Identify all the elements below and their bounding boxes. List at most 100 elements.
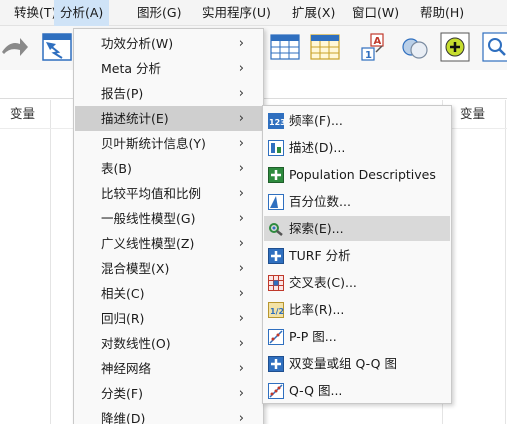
column-header-variable[interactable]: 变量 [460, 100, 485, 128]
submenu-item-turf-analysis[interactable]: TURF 分析 [264, 243, 450, 268]
submenu-item-label: 探索(E)... [289, 221, 344, 236]
ratio-icon: 1/2 [268, 301, 284, 318]
submenu-item-label: 比率(R)... [289, 302, 345, 317]
pp-plot-icon [268, 328, 284, 345]
menu-item-label: 相关(C) [101, 286, 145, 301]
submenu-item-label: Population Descriptives [289, 167, 436, 182]
submenu-item-label: 频率(F)... [289, 113, 343, 128]
goto-case-icon[interactable] [42, 32, 72, 62]
menu-help[interactable]: 帮助(H) [414, 0, 470, 26]
grid-line [50, 100, 51, 424]
menu-item-label: 描述统计(E) [101, 111, 169, 126]
submenu-item-crosstabs[interactable]: 交叉表(C)... [264, 270, 450, 295]
menu-graphs[interactable]: 图形(G) [131, 0, 187, 26]
percentiles-icon [268, 193, 284, 210]
add-icon[interactable] [440, 32, 470, 62]
menu-item-power-analysis[interactable]: 功效分析(W) › [75, 31, 262, 56]
menu-analyze[interactable]: 分析(A) [54, 0, 110, 26]
menu-item-label: 神经网络 [101, 361, 152, 376]
menu-item-regression[interactable]: 回归(R) › [75, 306, 262, 331]
menu-item-descriptive-statistics[interactable]: 描述统计(E) › [75, 106, 262, 131]
menu-item-meta-analysis[interactable]: Meta 分析 › [75, 56, 262, 81]
chevron-right-icon: › [238, 211, 244, 226]
grid-line [505, 100, 506, 424]
menu-item-reports[interactable]: 报告(P) › [75, 81, 262, 106]
submenu-item-label: TURF 分析 [289, 248, 351, 263]
redo-icon[interactable] [0, 32, 30, 62]
chevron-right-icon: › [238, 261, 244, 276]
turf-icon [268, 247, 284, 264]
menu-item-label: Meta 分析 [101, 61, 162, 76]
column-header-variable[interactable]: 变量 [10, 100, 35, 128]
value-labels-icon[interactable]: A 1 [360, 32, 390, 62]
menu-item-label: 分类(F) [101, 386, 143, 401]
chevron-right-icon: › [238, 286, 244, 301]
submenu-item-label: 百分位数... [289, 194, 351, 209]
chevron-right-icon: › [238, 111, 244, 126]
menu-item-classify[interactable]: 分类(F) › [75, 381, 262, 406]
menu-bar: 转换(T) 分析(A) 图形(G) 实用程序(U) 扩展(X) 窗口(W) 帮助… [0, 0, 507, 26]
chevron-right-icon: › [238, 411, 244, 424]
menu-item-label: 降维(D) [101, 411, 146, 424]
menu-item-bayesian-statistics[interactable]: 贝叶斯统计信息(Y) › [75, 131, 262, 156]
submenu-item-bivariate-qq-plot[interactable]: 双变量或组 Q-Q 图 [264, 351, 450, 376]
submenu-item-pp-plots[interactable]: P-P 图... [264, 324, 450, 349]
chevron-right-icon: › [238, 86, 244, 101]
chevron-right-icon: › [238, 136, 244, 151]
chevron-right-icon: › [238, 236, 244, 251]
submenu-item-ratio[interactable]: 1/2 比率(R)... [264, 297, 450, 322]
select-cases-grid-icon[interactable] [310, 32, 340, 62]
menu-extensions[interactable]: 扩展(X) [286, 0, 341, 26]
submenu-item-frequencies[interactable]: 123 频率(F)... [264, 108, 450, 133]
submenu-item-population-descriptives[interactable]: Population Descriptives [264, 162, 450, 187]
svg-text:123: 123 [269, 118, 284, 127]
menu-item-correlate[interactable]: 相关(C) › [75, 281, 262, 306]
chevron-right-icon: › [238, 336, 244, 351]
submenu-item-explore[interactable]: 探索(E)... [264, 216, 450, 241]
bivariate-qq-icon [268, 355, 284, 372]
menu-utilities[interactable]: 实用程序(U) [196, 0, 277, 26]
submenu-item-label: 描述(D)... [289, 140, 346, 155]
menu-item-label: 一般线性模型(G) [101, 211, 196, 226]
menu-item-label: 贝叶斯统计信息(Y) [101, 136, 206, 151]
menu-item-mixed-models[interactable]: 混合模型(X) › [75, 256, 262, 281]
menu-item-label: 表(B) [101, 161, 132, 176]
svg-text:A: A [374, 36, 382, 47]
submenu-item-label: 交叉表(C)... [289, 275, 357, 290]
menu-item-label: 比较平均值和比例 [101, 186, 202, 201]
search-icon[interactable] [482, 32, 507, 62]
chevron-right-icon: › [238, 61, 244, 76]
chevron-right-icon: › [238, 36, 244, 51]
menu-item-general-linear-model[interactable]: 一般线性模型(G) › [75, 206, 262, 231]
frequencies-icon: 123 [268, 112, 286, 129]
population-descriptives-icon [268, 166, 284, 183]
chevron-right-icon: › [238, 386, 244, 401]
menu-item-neural-networks[interactable]: 神经网络 › [75, 356, 262, 381]
menu-item-label: 混合模型(X) [101, 261, 170, 276]
submenu-item-percentiles[interactable]: 百分位数... [264, 189, 450, 214]
menu-item-compare-means[interactable]: 比较平均值和比例 › [75, 181, 262, 206]
submenu-item-label: Q-Q 图... [289, 383, 343, 398]
menu-item-dimension-reduction[interactable]: 降维(D) › [75, 406, 262, 424]
qq-plot-icon [268, 382, 284, 399]
menu-window[interactable]: 窗口(W) [346, 0, 405, 26]
submenu-item-qq-plots[interactable]: Q-Q 图... [264, 378, 450, 403]
submenu-item-descriptives[interactable]: 描述(D)... [264, 135, 450, 160]
descriptive-statistics-submenu: 123 频率(F)... 描述(D)... Population Descrip… [262, 105, 452, 404]
svg-text:1: 1 [365, 50, 372, 61]
menu-item-label: 回归(R) [101, 311, 145, 326]
use-sets-icon[interactable] [400, 32, 430, 62]
menu-item-label: 广义线性模型(Z) [101, 236, 195, 251]
menu-item-loglinear[interactable]: 对数线性(O) › [75, 331, 262, 356]
variables-grid-icon[interactable] [270, 32, 300, 62]
menu-item-label: 报告(P) [101, 86, 144, 101]
menu-item-generalized-linear-models[interactable]: 广义线性模型(Z) › [75, 231, 262, 256]
explore-icon [268, 220, 284, 236]
menu-item-label: 对数线性(O) [101, 336, 171, 351]
chevron-right-icon: › [238, 186, 244, 201]
svg-text:1/2: 1/2 [270, 307, 284, 316]
menu-item-tables[interactable]: 表(B) › [75, 156, 262, 181]
submenu-item-label: P-P 图... [289, 329, 337, 344]
crosstabs-icon [268, 274, 284, 291]
submenu-item-label: 双变量或组 Q-Q 图 [289, 356, 397, 371]
